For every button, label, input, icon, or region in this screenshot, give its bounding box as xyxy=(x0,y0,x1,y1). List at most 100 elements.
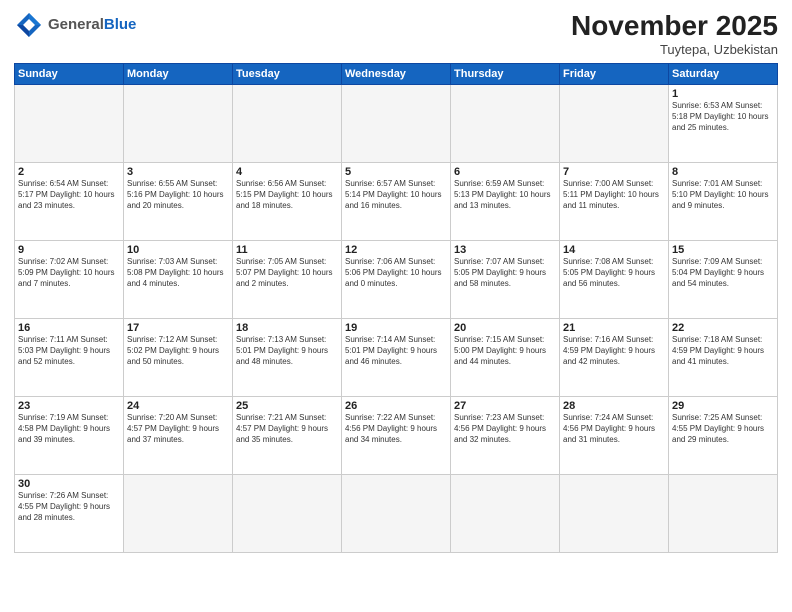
day-info: Sunrise: 7:07 AM Sunset: 5:05 PM Dayligh… xyxy=(454,257,556,289)
calendar-cell: 16Sunrise: 7:11 AM Sunset: 5:03 PM Dayli… xyxy=(15,319,124,397)
day-number: 25 xyxy=(236,400,338,412)
day-info: Sunrise: 6:53 AM Sunset: 5:18 PM Dayligh… xyxy=(672,101,774,133)
calendar-cell xyxy=(15,85,124,163)
day-info: Sunrise: 7:19 AM Sunset: 4:58 PM Dayligh… xyxy=(18,413,120,445)
week-row-6: 30Sunrise: 7:26 AM Sunset: 4:55 PM Dayli… xyxy=(15,475,778,553)
week-row-3: 9Sunrise: 7:02 AM Sunset: 5:09 PM Daylig… xyxy=(15,241,778,319)
day-info: Sunrise: 7:08 AM Sunset: 5:05 PM Dayligh… xyxy=(563,257,665,289)
day-info: Sunrise: 7:11 AM Sunset: 5:03 PM Dayligh… xyxy=(18,335,120,367)
day-number: 17 xyxy=(127,322,229,334)
day-number: 4 xyxy=(236,166,338,178)
day-info: Sunrise: 7:22 AM Sunset: 4:56 PM Dayligh… xyxy=(345,413,447,445)
calendar-cell: 10Sunrise: 7:03 AM Sunset: 5:08 PM Dayli… xyxy=(124,241,233,319)
calendar-cell xyxy=(669,475,778,553)
calendar-cell: 3Sunrise: 6:55 AM Sunset: 5:16 PM Daylig… xyxy=(124,163,233,241)
weekday-header-sunday: Sunday xyxy=(15,64,124,85)
day-info: Sunrise: 6:57 AM Sunset: 5:14 PM Dayligh… xyxy=(345,179,447,211)
calendar-cell: 23Sunrise: 7:19 AM Sunset: 4:58 PM Dayli… xyxy=(15,397,124,475)
calendar-cell: 11Sunrise: 7:05 AM Sunset: 5:07 PM Dayli… xyxy=(233,241,342,319)
weekday-header-monday: Monday xyxy=(124,64,233,85)
calendar-cell xyxy=(451,475,560,553)
calendar-body: 1Sunrise: 6:53 AM Sunset: 5:18 PM Daylig… xyxy=(15,85,778,553)
calendar-cell: 8Sunrise: 7:01 AM Sunset: 5:10 PM Daylig… xyxy=(669,163,778,241)
calendar-cell: 27Sunrise: 7:23 AM Sunset: 4:56 PM Dayli… xyxy=(451,397,560,475)
calendar-cell: 12Sunrise: 7:06 AM Sunset: 5:06 PM Dayli… xyxy=(342,241,451,319)
day-info: Sunrise: 7:15 AM Sunset: 5:00 PM Dayligh… xyxy=(454,335,556,367)
calendar-cell: 20Sunrise: 7:15 AM Sunset: 5:00 PM Dayli… xyxy=(451,319,560,397)
day-info: Sunrise: 7:06 AM Sunset: 5:06 PM Dayligh… xyxy=(345,257,447,289)
day-info: Sunrise: 6:54 AM Sunset: 5:17 PM Dayligh… xyxy=(18,179,120,211)
day-info: Sunrise: 7:26 AM Sunset: 4:55 PM Dayligh… xyxy=(18,491,120,523)
calendar-cell: 24Sunrise: 7:20 AM Sunset: 4:57 PM Dayli… xyxy=(124,397,233,475)
calendar-cell xyxy=(124,85,233,163)
day-number: 7 xyxy=(563,166,665,178)
day-number: 14 xyxy=(563,244,665,256)
logo-text: GeneralBlue xyxy=(48,17,136,34)
calendar-cell: 5Sunrise: 6:57 AM Sunset: 5:14 PM Daylig… xyxy=(342,163,451,241)
day-info: Sunrise: 7:12 AM Sunset: 5:02 PM Dayligh… xyxy=(127,335,229,367)
month-title: November 2025 xyxy=(571,10,778,42)
calendar-cell: 19Sunrise: 7:14 AM Sunset: 5:01 PM Dayli… xyxy=(342,319,451,397)
calendar-cell: 17Sunrise: 7:12 AM Sunset: 5:02 PM Dayli… xyxy=(124,319,233,397)
weekday-header-thursday: Thursday xyxy=(451,64,560,85)
calendar-cell: 22Sunrise: 7:18 AM Sunset: 4:59 PM Dayli… xyxy=(669,319,778,397)
calendar-cell xyxy=(342,85,451,163)
week-row-1: 1Sunrise: 6:53 AM Sunset: 5:18 PM Daylig… xyxy=(15,85,778,163)
page: GeneralBlue November 2025 Tuytepa, Uzbek… xyxy=(0,0,792,612)
day-number: 11 xyxy=(236,244,338,256)
day-number: 24 xyxy=(127,400,229,412)
calendar-cell xyxy=(233,85,342,163)
calendar-cell xyxy=(451,85,560,163)
day-number: 2 xyxy=(18,166,120,178)
header: GeneralBlue November 2025 Tuytepa, Uzbek… xyxy=(14,10,778,57)
weekday-header-wednesday: Wednesday xyxy=(342,64,451,85)
day-info: Sunrise: 7:03 AM Sunset: 5:08 PM Dayligh… xyxy=(127,257,229,289)
day-info: Sunrise: 7:18 AM Sunset: 4:59 PM Dayligh… xyxy=(672,335,774,367)
calendar-cell: 25Sunrise: 7:21 AM Sunset: 4:57 PM Dayli… xyxy=(233,397,342,475)
day-number: 18 xyxy=(236,322,338,334)
day-number: 27 xyxy=(454,400,556,412)
day-info: Sunrise: 6:59 AM Sunset: 5:13 PM Dayligh… xyxy=(454,179,556,211)
week-row-5: 23Sunrise: 7:19 AM Sunset: 4:58 PM Dayli… xyxy=(15,397,778,475)
day-info: Sunrise: 6:56 AM Sunset: 5:15 PM Dayligh… xyxy=(236,179,338,211)
calendar-cell: 15Sunrise: 7:09 AM Sunset: 5:04 PM Dayli… xyxy=(669,241,778,319)
calendar-cell xyxy=(560,85,669,163)
calendar-cell xyxy=(342,475,451,553)
day-info: Sunrise: 7:20 AM Sunset: 4:57 PM Dayligh… xyxy=(127,413,229,445)
location: Tuytepa, Uzbekistan xyxy=(571,42,778,57)
day-number: 23 xyxy=(18,400,120,412)
day-number: 9 xyxy=(18,244,120,256)
day-info: Sunrise: 7:24 AM Sunset: 4:56 PM Dayligh… xyxy=(563,413,665,445)
calendar-cell: 1Sunrise: 6:53 AM Sunset: 5:18 PM Daylig… xyxy=(669,85,778,163)
day-number: 1 xyxy=(672,88,774,100)
calendar-cell xyxy=(233,475,342,553)
day-number: 30 xyxy=(18,478,120,490)
weekday-header-saturday: Saturday xyxy=(669,64,778,85)
week-row-2: 2Sunrise: 6:54 AM Sunset: 5:17 PM Daylig… xyxy=(15,163,778,241)
day-info: Sunrise: 7:05 AM Sunset: 5:07 PM Dayligh… xyxy=(236,257,338,289)
calendar-cell: 14Sunrise: 7:08 AM Sunset: 5:05 PM Dayli… xyxy=(560,241,669,319)
day-number: 26 xyxy=(345,400,447,412)
calendar-cell: 9Sunrise: 7:02 AM Sunset: 5:09 PM Daylig… xyxy=(15,241,124,319)
day-info: Sunrise: 7:21 AM Sunset: 4:57 PM Dayligh… xyxy=(236,413,338,445)
day-number: 13 xyxy=(454,244,556,256)
logo-blue-text: Blue xyxy=(104,16,137,33)
calendar-cell xyxy=(560,475,669,553)
day-info: Sunrise: 7:02 AM Sunset: 5:09 PM Dayligh… xyxy=(18,257,120,289)
weekday-header-tuesday: Tuesday xyxy=(233,64,342,85)
calendar-cell: 6Sunrise: 6:59 AM Sunset: 5:13 PM Daylig… xyxy=(451,163,560,241)
day-number: 12 xyxy=(345,244,447,256)
weekday-header-friday: Friday xyxy=(560,64,669,85)
day-number: 21 xyxy=(563,322,665,334)
calendar-header: SundayMondayTuesdayWednesdayThursdayFrid… xyxy=(15,64,778,85)
day-number: 3 xyxy=(127,166,229,178)
day-number: 8 xyxy=(672,166,774,178)
logo: GeneralBlue xyxy=(14,10,136,40)
day-info: Sunrise: 7:09 AM Sunset: 5:04 PM Dayligh… xyxy=(672,257,774,289)
logo-general-text: General xyxy=(48,16,104,33)
calendar-cell: 30Sunrise: 7:26 AM Sunset: 4:55 PM Dayli… xyxy=(15,475,124,553)
calendar-cell: 28Sunrise: 7:24 AM Sunset: 4:56 PM Dayli… xyxy=(560,397,669,475)
day-number: 28 xyxy=(563,400,665,412)
day-number: 6 xyxy=(454,166,556,178)
day-info: Sunrise: 7:00 AM Sunset: 5:11 PM Dayligh… xyxy=(563,179,665,211)
